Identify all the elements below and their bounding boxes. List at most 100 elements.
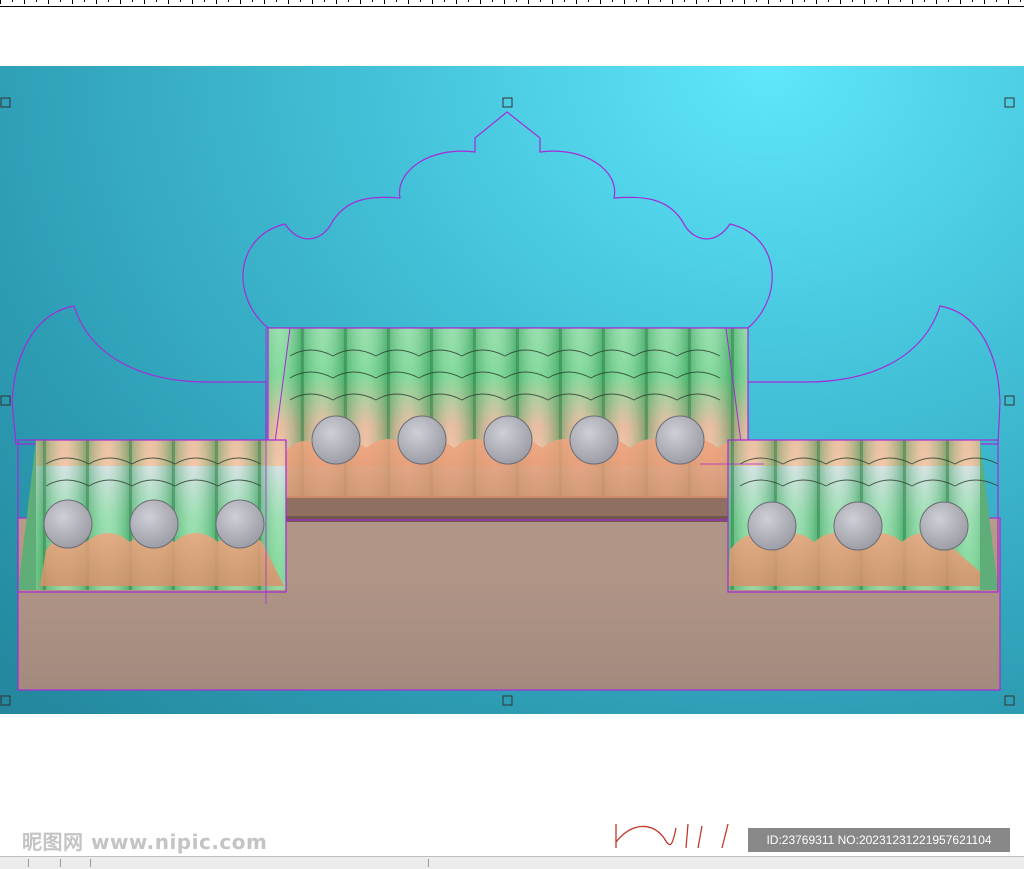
horizontal-ruler[interactable]: 400 300 200 100 0 100 200 300 40 bbox=[0, 0, 1024, 7]
ruler-tick bbox=[576, 0, 577, 4]
ruler-tick bbox=[300, 0, 301, 2]
left-wing-outline[interactable] bbox=[11, 305, 267, 445]
ruler-label: 40 bbox=[1008, 0, 1019, 3]
ruler-tick bbox=[396, 0, 397, 2]
ruler-tick bbox=[744, 0, 745, 4]
ruler-tick bbox=[0, 0, 1, 4]
ruler-tick bbox=[444, 0, 445, 2]
ruler-tick bbox=[144, 0, 145, 4]
ruler-tick bbox=[624, 0, 625, 4]
handle-square-icon[interactable] bbox=[1004, 695, 1015, 706]
ruler-tick bbox=[1020, 0, 1021, 2]
ruler-tick bbox=[492, 0, 493, 2]
ruler-label: 100 bbox=[646, 0, 662, 3]
handle-square-icon[interactable] bbox=[502, 97, 513, 108]
ruler-tick bbox=[204, 0, 205, 2]
ruler-tick bbox=[48, 0, 49, 4]
watermark-cn: 昵图网 bbox=[22, 830, 84, 854]
ruler-tick bbox=[216, 0, 217, 4]
ruler-label: 400 bbox=[30, 0, 46, 3]
sketch-strokes bbox=[615, 823, 729, 849]
ruler-tick bbox=[84, 0, 85, 2]
gable-outline[interactable] bbox=[242, 111, 773, 329]
ruler-tick bbox=[720, 0, 721, 4]
ruler-tick bbox=[612, 0, 613, 2]
ruler-tick bbox=[24, 0, 25, 4]
ruler-tick bbox=[372, 0, 373, 2]
ruler-tick bbox=[924, 0, 925, 2]
ruler-tick bbox=[816, 0, 817, 4]
status-bar bbox=[0, 856, 1024, 869]
ruler-tick bbox=[252, 0, 253, 2]
ruler-tick bbox=[348, 0, 349, 2]
ruler-tick bbox=[864, 0, 865, 4]
ruler-tick bbox=[420, 0, 421, 2]
ruler-tick bbox=[468, 0, 469, 2]
status-divider bbox=[60, 859, 61, 867]
handle-square-icon[interactable] bbox=[502, 695, 513, 706]
ruler-tick bbox=[552, 0, 553, 4]
ruler-tick bbox=[108, 0, 109, 2]
ruler-tick bbox=[228, 0, 229, 2]
ruler-tick bbox=[684, 0, 685, 2]
ruler-tick bbox=[876, 0, 877, 2]
ruler-tick bbox=[804, 0, 805, 2]
ruler-tick bbox=[564, 0, 565, 2]
ruler-label: 300 bbox=[892, 0, 908, 3]
center-roof[interactable] bbox=[267, 327, 762, 522]
ruler-tick bbox=[96, 0, 97, 4]
ruler-tick bbox=[792, 0, 793, 4]
ruler-tick bbox=[240, 0, 241, 4]
ruler-tick bbox=[312, 0, 313, 4]
ruler-label: 0 bbox=[531, 0, 536, 3]
right-roof[interactable] bbox=[727, 439, 999, 593]
ruler-tick bbox=[540, 0, 541, 2]
ruler-tick bbox=[12, 0, 13, 2]
ruler-tick bbox=[528, 0, 529, 4]
ruler-tick bbox=[948, 0, 949, 2]
ruler-tick bbox=[984, 0, 985, 4]
ruler-tick bbox=[912, 0, 913, 4]
ruler-tick bbox=[324, 0, 325, 2]
ruler-tick bbox=[840, 0, 841, 4]
ruler-tick bbox=[600, 0, 601, 4]
ruler-tick bbox=[384, 0, 385, 4]
ruler-tick bbox=[180, 0, 181, 2]
ruler-tick bbox=[936, 0, 937, 4]
ruler-tick bbox=[120, 0, 121, 4]
ruler-tick bbox=[828, 0, 829, 2]
site-watermark: 昵图网 www.nipic.com bbox=[22, 826, 267, 855]
relief-drawing[interactable] bbox=[0, 66, 1024, 714]
handle-square-icon[interactable] bbox=[0, 395, 11, 406]
ruler-tick bbox=[72, 0, 73, 4]
handle-square-icon[interactable] bbox=[1004, 395, 1015, 406]
status-divider bbox=[428, 859, 429, 867]
status-divider bbox=[90, 859, 91, 867]
left-roof[interactable] bbox=[17, 439, 287, 593]
ruler-tick bbox=[432, 0, 433, 4]
image-id-badge: ID:23769311 NO:20231231221957621104 bbox=[748, 828, 1010, 852]
ruler-label: 200 bbox=[276, 0, 292, 3]
center-step[interactable] bbox=[268, 518, 728, 590]
ruler-tick bbox=[732, 0, 733, 2]
right-wing-outline[interactable] bbox=[747, 305, 1001, 445]
ruler-tick bbox=[756, 0, 757, 2]
ruler-tick bbox=[60, 0, 61, 2]
ruler-tick bbox=[516, 0, 517, 2]
handle-square-icon[interactable] bbox=[1004, 97, 1015, 108]
ruler-tick bbox=[852, 0, 853, 2]
ruler-label: 300 bbox=[153, 0, 169, 3]
watermark-url: www.nipic.com bbox=[90, 830, 268, 854]
ruler-tick bbox=[708, 0, 709, 2]
ruler-tick bbox=[480, 0, 481, 4]
handle-square-icon[interactable] bbox=[0, 695, 11, 706]
status-divider bbox=[28, 859, 29, 867]
handle-square-icon[interactable] bbox=[0, 97, 11, 108]
ruler-tick bbox=[996, 0, 997, 2]
ruler-label: 200 bbox=[769, 0, 785, 3]
ruler-tick bbox=[672, 0, 673, 4]
ruler-tick bbox=[132, 0, 133, 2]
ruler-label: 100 bbox=[399, 0, 415, 3]
ruler-tick bbox=[360, 0, 361, 4]
design-canvas[interactable] bbox=[0, 66, 1024, 714]
